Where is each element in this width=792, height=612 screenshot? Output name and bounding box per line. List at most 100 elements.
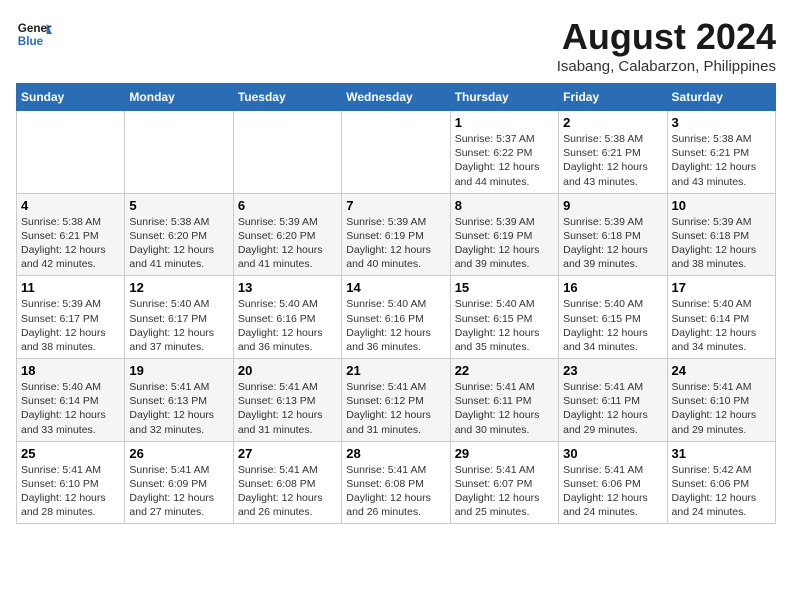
day-number: 4 (21, 198, 120, 213)
day-info: Sunrise: 5:39 AM Sunset: 6:20 PM Dayligh… (238, 215, 337, 272)
calendar-cell: 31 Sunrise: 5:42 AM Sunset: 6:06 PM Dayli… (667, 441, 775, 524)
calendar-cell: 23 Sunrise: 5:41 AM Sunset: 6:11 PM Dayli… (559, 359, 667, 442)
calendar-cell: 27Sunrise: 5:41 AM Sunset: 6:08 PM Dayli… (233, 441, 341, 524)
day-info: Sunrise: 5:39 AM Sunset: 6:17 PM Dayligh… (21, 297, 120, 354)
main-title: August 2024 (557, 16, 776, 58)
day-number: 29 (455, 446, 554, 461)
day-number: 6 (238, 198, 337, 213)
calendar-cell: 8Sunrise: 5:39 AM Sunset: 6:19 PM Daylig… (450, 193, 558, 276)
calendar-cell: 3 Sunrise: 5:38 AM Sunset: 6:21 PM Daylig… (667, 111, 775, 194)
calendar-cell (342, 111, 450, 194)
day-number: 14 (346, 280, 445, 295)
calendar-week-2: 4 Sunrise: 5:38 AM Sunset: 6:21 PM Daylig… (17, 193, 776, 276)
day-info: Sunrise: 5:41 AM Sunset: 6:12 PM Dayligh… (346, 380, 445, 437)
day-info: Sunrise: 5:40 AM Sunset: 6:14 PM Dayligh… (672, 297, 771, 354)
calendar-cell: 28Sunrise: 5:41 AM Sunset: 6:08 PM Dayli… (342, 441, 450, 524)
day-info: Sunrise: 5:42 AM Sunset: 6:06 PM Dayligh… (672, 463, 771, 520)
svg-text:Blue: Blue (18, 35, 44, 48)
calendar-cell: 1 Sunrise: 5:37 AM Sunset: 6:22 PM Daylig… (450, 111, 558, 194)
calendar-cell: 18Sunrise: 5:40 AM Sunset: 6:14 PM Dayli… (17, 359, 125, 442)
calendar-cell: 4 Sunrise: 5:38 AM Sunset: 6:21 PM Daylig… (17, 193, 125, 276)
calendar-cell: 5Sunrise: 5:38 AM Sunset: 6:20 PM Daylig… (125, 193, 233, 276)
calendar-cell: 2 Sunrise: 5:38 AM Sunset: 6:21 PM Daylig… (559, 111, 667, 194)
day-number: 16 (563, 280, 662, 295)
day-number: 22 (455, 363, 554, 378)
calendar-cell: 10 Sunrise: 5:39 AM Sunset: 6:18 PM Dayli… (667, 193, 775, 276)
calendar-week-3: 11 Sunrise: 5:39 AM Sunset: 6:17 PM Dayli… (17, 276, 776, 359)
day-number: 10 (672, 198, 771, 213)
calendar-header-tuesday: Tuesday (233, 84, 341, 111)
day-info: Sunrise: 5:41 AM Sunset: 6:07 PM Dayligh… (455, 463, 554, 520)
day-info: Sunrise: 5:40 AM Sunset: 6:16 PM Dayligh… (238, 297, 337, 354)
calendar-cell: 30 Sunrise: 5:41 AM Sunset: 6:06 PM Dayli… (559, 441, 667, 524)
calendar-cell: 9 Sunrise: 5:39 AM Sunset: 6:18 PM Daylig… (559, 193, 667, 276)
calendar-cell: 6 Sunrise: 5:39 AM Sunset: 6:20 PM Daylig… (233, 193, 341, 276)
day-info: Sunrise: 5:37 AM Sunset: 6:22 PM Dayligh… (455, 132, 554, 189)
calendar-cell: 15 Sunrise: 5:40 AM Sunset: 6:15 PM Dayli… (450, 276, 558, 359)
calendar-cell: 20Sunrise: 5:41 AM Sunset: 6:13 PM Dayli… (233, 359, 341, 442)
calendar-week-1: 1 Sunrise: 5:37 AM Sunset: 6:22 PM Daylig… (17, 111, 776, 194)
day-number: 30 (563, 446, 662, 461)
calendar-header-wednesday: Wednesday (342, 84, 450, 111)
day-number: 25 (21, 446, 120, 461)
day-number: 23 (563, 363, 662, 378)
day-info: Sunrise: 5:40 AM Sunset: 6:15 PM Dayligh… (455, 297, 554, 354)
calendar-cell: 24 Sunrise: 5:41 AM Sunset: 6:10 PM Dayli… (667, 359, 775, 442)
logo: General Blue (16, 16, 52, 52)
calendar-cell: 25Sunrise: 5:41 AM Sunset: 6:10 PM Dayli… (17, 441, 125, 524)
calendar-cell: 22Sunrise: 5:41 AM Sunset: 6:11 PM Dayli… (450, 359, 558, 442)
day-info: Sunrise: 5:38 AM Sunset: 6:21 PM Dayligh… (21, 215, 120, 272)
day-info: Sunrise: 5:40 AM Sunset: 6:17 PM Dayligh… (129, 297, 228, 354)
page-header: General Blue August 2024 Isabang, Calaba… (16, 16, 776, 75)
day-info: Sunrise: 5:41 AM Sunset: 6:11 PM Dayligh… (563, 380, 662, 437)
calendar-cell (233, 111, 341, 194)
calendar-cell: 14 Sunrise: 5:40 AM Sunset: 6:16 PM Dayli… (342, 276, 450, 359)
calendar-week-4: 18Sunrise: 5:40 AM Sunset: 6:14 PM Dayli… (17, 359, 776, 442)
day-info: Sunrise: 5:41 AM Sunset: 6:10 PM Dayligh… (672, 380, 771, 437)
day-info: Sunrise: 5:40 AM Sunset: 6:16 PM Dayligh… (346, 297, 445, 354)
day-info: Sunrise: 5:41 AM Sunset: 6:13 PM Dayligh… (238, 380, 337, 437)
calendar-cell: 13Sunrise: 5:40 AM Sunset: 6:16 PM Dayli… (233, 276, 341, 359)
day-number: 17 (672, 280, 771, 295)
day-number: 24 (672, 363, 771, 378)
calendar-cell: 19Sunrise: 5:41 AM Sunset: 6:13 PM Dayli… (125, 359, 233, 442)
day-number: 9 (563, 198, 662, 213)
calendar-week-5: 25Sunrise: 5:41 AM Sunset: 6:10 PM Dayli… (17, 441, 776, 524)
day-number: 21 (346, 363, 445, 378)
day-info: Sunrise: 5:41 AM Sunset: 6:08 PM Dayligh… (238, 463, 337, 520)
day-number: 3 (672, 115, 771, 130)
calendar-cell: 21 Sunrise: 5:41 AM Sunset: 6:12 PM Dayli… (342, 359, 450, 442)
day-number: 2 (563, 115, 662, 130)
calendar-header-monday: Monday (125, 84, 233, 111)
day-info: Sunrise: 5:39 AM Sunset: 6:19 PM Dayligh… (455, 215, 554, 272)
calendar-cell: 26Sunrise: 5:41 AM Sunset: 6:09 PM Dayli… (125, 441, 233, 524)
subtitle: Isabang, Calabarzon, Philippines (557, 58, 776, 75)
calendar-header-row: SundayMondayTuesdayWednesdayThursdayFrid… (17, 84, 776, 111)
day-info: Sunrise: 5:40 AM Sunset: 6:15 PM Dayligh… (563, 297, 662, 354)
day-number: 7 (346, 198, 445, 213)
day-info: Sunrise: 5:38 AM Sunset: 6:20 PM Dayligh… (129, 215, 228, 272)
day-info: Sunrise: 5:41 AM Sunset: 6:06 PM Dayligh… (563, 463, 662, 520)
day-info: Sunrise: 5:38 AM Sunset: 6:21 PM Dayligh… (563, 132, 662, 189)
day-number: 1 (455, 115, 554, 130)
calendar-header-friday: Friday (559, 84, 667, 111)
day-number: 28 (346, 446, 445, 461)
calendar-header-sunday: Sunday (17, 84, 125, 111)
calendar-header-thursday: Thursday (450, 84, 558, 111)
calendar-cell: 17 Sunrise: 5:40 AM Sunset: 6:14 PM Dayli… (667, 276, 775, 359)
day-info: Sunrise: 5:39 AM Sunset: 6:18 PM Dayligh… (563, 215, 662, 272)
day-info: Sunrise: 5:39 AM Sunset: 6:19 PM Dayligh… (346, 215, 445, 272)
day-info: Sunrise: 5:38 AM Sunset: 6:21 PM Dayligh… (672, 132, 771, 189)
calendar-body: 1 Sunrise: 5:37 AM Sunset: 6:22 PM Daylig… (17, 111, 776, 524)
day-number: 15 (455, 280, 554, 295)
logo-icon: General Blue (16, 16, 52, 52)
day-number: 31 (672, 446, 771, 461)
day-number: 12 (129, 280, 228, 295)
calendar-table: SundayMondayTuesdayWednesdayThursdayFrid… (16, 83, 776, 524)
calendar-header-saturday: Saturday (667, 84, 775, 111)
day-number: 26 (129, 446, 228, 461)
day-info: Sunrise: 5:39 AM Sunset: 6:18 PM Dayligh… (672, 215, 771, 272)
calendar-cell (125, 111, 233, 194)
calendar-cell: 12 Sunrise: 5:40 AM Sunset: 6:17 PM Dayli… (125, 276, 233, 359)
day-number: 11 (21, 280, 120, 295)
